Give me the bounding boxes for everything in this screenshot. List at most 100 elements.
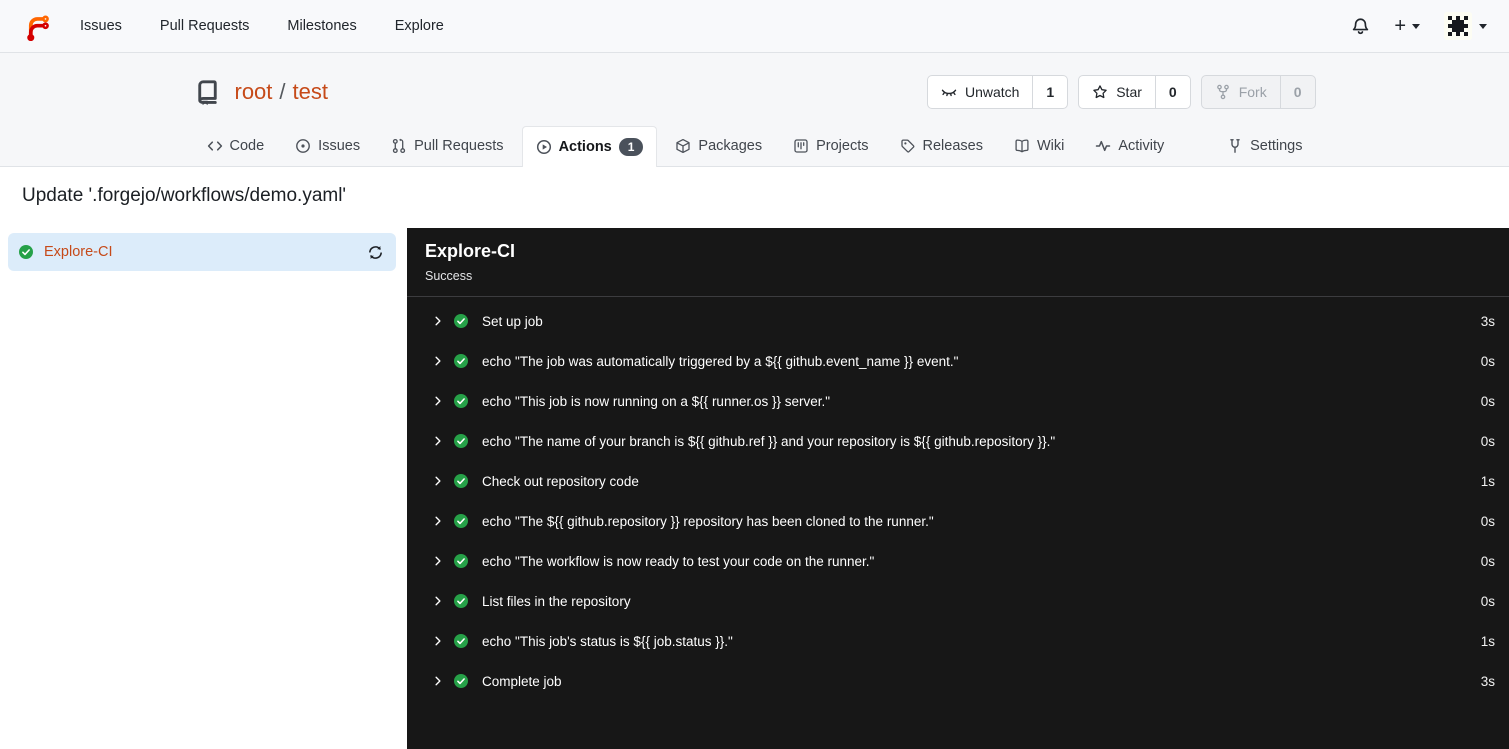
chevron-right-icon [435, 476, 441, 486]
tab-label: Code [229, 138, 265, 154]
repo-breadcrumb: root / test [235, 79, 329, 105]
fork-icon [1216, 84, 1229, 100]
check-circle-icon [19, 245, 33, 259]
pulse-icon [1096, 140, 1111, 152]
step-duration: 0s [1480, 513, 1495, 529]
project-board-icon [794, 139, 808, 153]
navbar-right: + [1351, 12, 1487, 40]
job-item-explore-ci[interactable]: Explore-CI [8, 233, 396, 271]
fork-button: Fork [1202, 76, 1280, 108]
tab-label: Packages [698, 138, 763, 154]
step-duration: 0s [1480, 593, 1495, 609]
create-new-dropdown[interactable]: + [1394, 16, 1420, 36]
chevron-right-icon [435, 436, 441, 446]
job-steps-list: Set up job 3s echo "The job was automati… [407, 297, 1509, 705]
user-menu-dropdown[interactable] [1444, 12, 1487, 40]
step-name: Check out repository code [482, 473, 639, 489]
check-circle-icon [454, 394, 468, 408]
chevron-right-icon [435, 516, 441, 526]
caret-down-icon [1412, 23, 1420, 29]
book-icon [1015, 139, 1029, 153]
tab-label: Pull Requests [414, 138, 504, 154]
tab-code[interactable]: Code [194, 126, 278, 166]
repo-tabs-bar: Code Issues Pull Requests Actions 1 Pack… [0, 125, 1509, 167]
nav-links: Issues Pull Requests Milestones Explore [80, 18, 444, 34]
step-row[interactable]: Complete job 3s [407, 661, 1509, 701]
chevron-right-icon [435, 676, 441, 686]
tag-icon [900, 139, 914, 153]
identicon-image [1444, 12, 1472, 40]
nav-item-explore[interactable]: Explore [395, 18, 444, 34]
step-name: echo "The name of your branch is ${{ git… [482, 433, 1056, 449]
step-row[interactable]: Check out repository code 1s [407, 461, 1509, 501]
tab-releases[interactable]: Releases [887, 126, 996, 166]
step-duration: 1s [1480, 633, 1495, 649]
tab-activity[interactable]: Activity [1082, 126, 1177, 166]
unwatch-button-group: Unwatch 1 [926, 75, 1069, 109]
step-duration: 0s [1480, 353, 1495, 369]
step-row[interactable]: echo "This job is now running on a ${{ r… [407, 381, 1509, 421]
chevron-right-icon [435, 356, 441, 366]
step-row[interactable]: echo "The ${{ github.repository }} repos… [407, 501, 1509, 541]
chevron-right-icon [435, 636, 441, 646]
check-circle-icon [454, 594, 468, 608]
tab-pull-requests[interactable]: Pull Requests [378, 126, 516, 166]
star-button-group: Star 0 [1078, 75, 1191, 109]
check-circle-icon [454, 434, 468, 448]
step-name: echo "The ${{ github.repository }} repos… [482, 513, 934, 529]
star-button[interactable]: Star [1079, 76, 1155, 108]
step-row[interactable]: echo "This job's status is ${{ job.statu… [407, 621, 1509, 661]
check-circle-icon [454, 554, 468, 568]
step-name: Complete job [482, 673, 562, 689]
nav-item-pull-requests[interactable]: Pull Requests [160, 18, 249, 34]
nav-item-milestones[interactable]: Milestones [287, 18, 356, 34]
step-name: Set up job [482, 313, 543, 329]
job-title: Explore-CI [425, 241, 516, 261]
tab-actions[interactable]: Actions 1 [521, 126, 658, 167]
watchers-count[interactable]: 1 [1032, 76, 1067, 108]
tab-label: Actions [558, 139, 612, 155]
forgejo-logo-icon [27, 15, 49, 41]
tab-packages[interactable]: Packages [662, 126, 775, 166]
step-row[interactable]: List files in the repository 0s [407, 581, 1509, 621]
rerun-job-button[interactable] [367, 244, 384, 261]
step-row[interactable]: echo "The name of your branch is ${{ git… [407, 421, 1509, 461]
repo-name-link[interactable]: test [293, 79, 328, 105]
tab-projects[interactable]: Projects [780, 126, 881, 166]
repo-title-row: root / test Unwatch 1 Star 0 Fork 0 [194, 53, 1316, 125]
tab-wiki[interactable]: Wiki [1001, 126, 1077, 166]
job-status-text: Success [425, 269, 473, 283]
workflow-run-title: Update '.forgejo/workflows/demo.yaml' [22, 185, 347, 206]
forgejo-logo[interactable] [22, 11, 52, 41]
unwatch-label: Unwatch [964, 84, 1020, 100]
step-row[interactable]: echo "The workflow is now ready to test … [407, 541, 1509, 581]
tab-settings[interactable]: Settings [1214, 126, 1315, 166]
unwatch-button[interactable]: Unwatch [928, 76, 1032, 108]
user-avatar [1444, 12, 1472, 40]
tab-label: Projects [816, 138, 869, 154]
step-name: echo "This job is now running on a ${{ r… [482, 393, 831, 409]
step-row[interactable]: echo "The job was automatically triggere… [407, 341, 1509, 381]
job-log-panel: Explore-CI Success Set up job 3s echo "T… [407, 228, 1509, 749]
tab-label: Activity [1118, 138, 1165, 154]
bell-icon [1353, 17, 1369, 34]
check-circle-icon [454, 674, 468, 688]
step-duration: 0s [1480, 553, 1495, 569]
star-label: Star [1116, 84, 1142, 100]
package-icon [676, 138, 691, 154]
job-name: Explore-CI [44, 244, 113, 260]
check-circle-icon [454, 354, 468, 368]
eye-closed-icon [941, 89, 957, 97]
fork-button-group: Fork 0 [1200, 75, 1316, 109]
nav-item-issues[interactable]: Issues [80, 18, 122, 34]
chevron-right-icon [435, 556, 441, 566]
tab-issues[interactable]: Issues [282, 126, 373, 166]
repo-owner-link[interactable]: root [235, 79, 273, 105]
stars-count[interactable]: 0 [1154, 76, 1190, 108]
step-duration: 3s [1480, 673, 1495, 689]
step-row[interactable]: Set up job 3s [407, 301, 1509, 341]
issue-icon [296, 139, 311, 153]
notifications-button[interactable] [1351, 17, 1370, 36]
forks-count: 0 [1279, 76, 1315, 108]
step-name: echo "This job's status is ${{ job.statu… [482, 633, 733, 649]
